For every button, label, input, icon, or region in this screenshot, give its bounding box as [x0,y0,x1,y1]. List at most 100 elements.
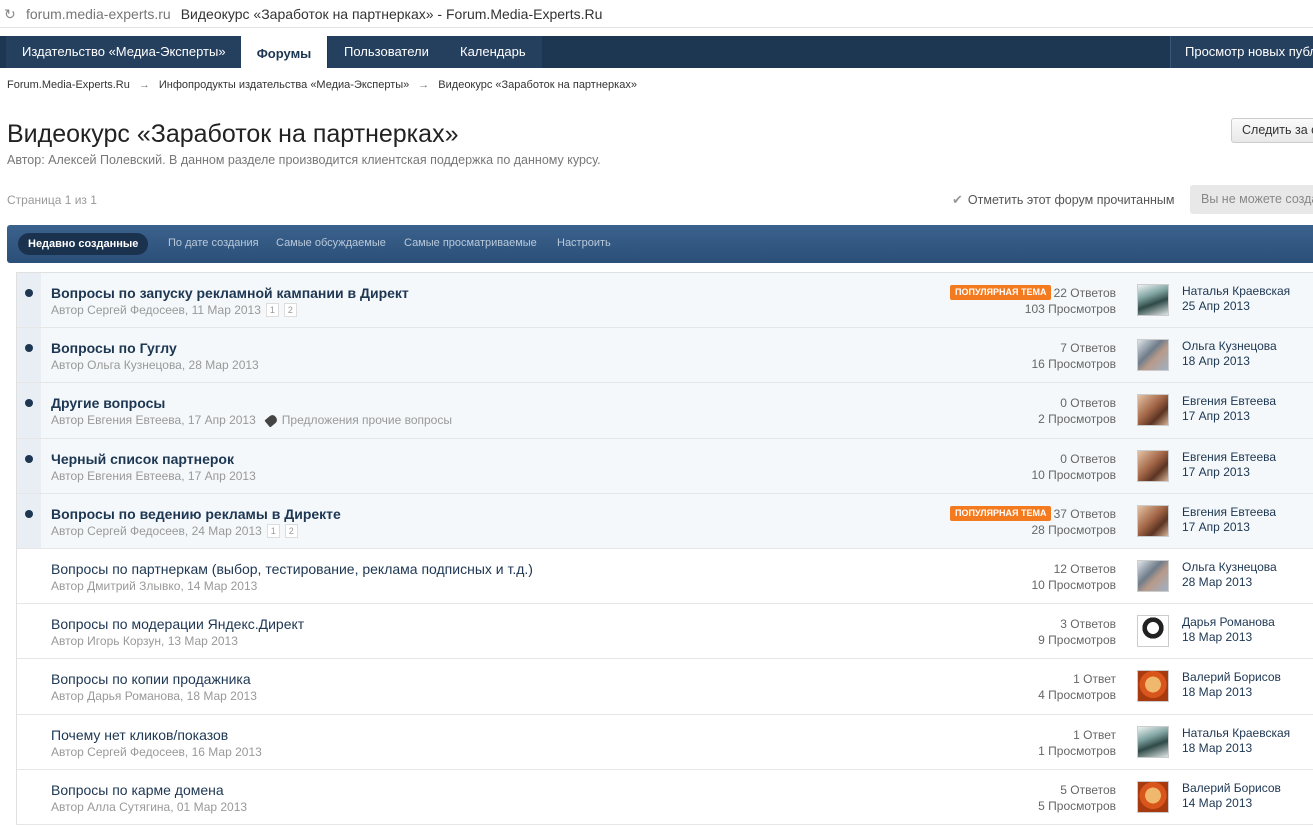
breadcrumb-arrow-icon: → [418,79,430,91]
avatar[interactable] [1137,670,1169,703]
topic-meta: Автор Дарья Романова, 18 Мар 2013 [51,689,257,704]
topic-stats: 7 Ответов 16 Просмотров [1031,340,1116,372]
topic-meta: Автор Ольга Кузнецова, 28 Мар 2013 [51,358,259,373]
topic-stats: 3 Ответов 9 Просмотров [1038,616,1116,648]
topic-title-link[interactable]: Почему нет кликов/показов [51,727,228,743]
last-post-date-link[interactable]: 18 Апр 2013 [1182,354,1250,368]
mark-forum-read-link[interactable]: ✔ Отметить этот форум прочитанным [952,192,1175,208]
topic-title-link[interactable]: Другие вопросы [51,395,165,411]
topic-title-link[interactable]: Вопросы по запуску рекламной кампании в … [51,285,409,301]
page-1-link[interactable]: 1 [265,303,279,317]
filter-recent[interactable]: Недавно созданные [18,233,149,255]
nav-tab-calendar[interactable]: Календарь [444,36,542,68]
table-row[interactable]: Другие вопросы Автор Евгения Евтеева, 17… [17,383,1313,439]
unread-dot-icon [25,509,33,518]
mark-read-label: Отметить этот форум прочитанным [967,193,1175,207]
breadcrumb-item[interactable]: Видеокурс «Заработок на партнерках» [438,79,637,91]
table-row[interactable]: Вопросы по Гуглу Автор Ольга Кузнецова, … [17,328,1313,384]
last-post-date-link[interactable]: 25 Апр 2013 [1182,299,1250,313]
last-poster-link[interactable]: Наталья Краевская [1182,284,1290,298]
follow-forum-button[interactable]: Следить за с [1231,118,1313,143]
table-row[interactable]: Вопросы по запуску рекламной кампании в … [17,273,1313,329]
table-row[interactable]: Вопросы по модерации Яндекс.Директ Автор… [17,604,1313,660]
view-count: 28 Просмотров [1031,522,1116,537]
view-new-content-link[interactable]: Просмотр новых публ [1170,36,1313,68]
avatar[interactable] [1137,394,1169,427]
topic-stats: 1 Ответ 1 Просмотров [1038,727,1116,759]
avatar[interactable] [1137,725,1169,758]
last-post-date-link[interactable]: 17 Апр 2013 [1182,520,1250,534]
view-count: 10 Просмотров [1031,577,1116,592]
avatar[interactable] [1137,339,1169,372]
avatar[interactable] [1137,559,1169,592]
last-poster-link[interactable]: Наталья Краевская [1182,726,1290,740]
last-post-date-link[interactable]: 14 Мар 2013 [1182,796,1252,810]
topic-stats: 37 Ответов 28 Просмотров [1031,506,1116,538]
topic-meta: Автор Евгения Евтеева, 17 Апр 2013 [51,468,256,483]
last-poster-link[interactable]: Евгения Евтеева [1182,394,1276,408]
reply-count: 7 Ответов [1060,341,1116,356]
last-post-date-link[interactable]: 17 Апр 2013 [1182,465,1250,479]
last-poster-link[interactable]: Дарья Романова [1182,615,1275,629]
nav-tab-users[interactable]: Пользователи [328,36,445,68]
forum-description: Автор: Алексей Полевский. В данном разде… [7,153,601,167]
reply-count: 0 Ответов [1060,451,1116,466]
nav-tab-forums[interactable]: Форумы [241,36,327,68]
last-post-date-link[interactable]: 18 Мар 2013 [1182,630,1252,644]
reply-count: 37 Ответов [1053,506,1116,521]
filter-most-discussed[interactable]: Самые обсуждаемые [276,237,386,249]
table-row[interactable]: Почему нет кликов/показов Автор Сергей Ф… [17,714,1313,770]
table-row[interactable]: Черный список партнерок Автор Евгения Ев… [17,438,1313,494]
breadcrumb-item[interactable]: Forum.Media-Experts.Ru [7,79,130,91]
topic-stats: 0 Ответов 10 Просмотров [1031,451,1116,483]
topic-stats: 5 Ответов 5 Просмотров [1038,782,1116,814]
last-post-date-link[interactable]: 17 Апр 2013 [1182,409,1250,423]
view-count: 103 Просмотров [1024,302,1116,316]
table-row[interactable]: Вопросы по карме домена Автор Алла Сутяг… [17,769,1313,825]
avatar[interactable] [1137,780,1169,813]
last-poster-link[interactable]: Ольга Кузнецова [1182,339,1277,353]
topic-title-link[interactable]: Вопросы по Гуглу [51,340,177,356]
topic-title-link[interactable]: Вопросы по модерации Яндекс.Директ [51,616,304,632]
last-post-date-link[interactable]: 18 Мар 2013 [1182,685,1252,699]
table-row[interactable]: Вопросы по партнеркам (выбор, тестирован… [17,548,1313,605]
last-post-date-link[interactable]: 28 Мар 2013 [1182,575,1252,589]
topic-title-link[interactable]: Вопросы по партнеркам (выбор, тестирован… [51,561,533,577]
topic-meta: Автор Дмитрий Злывко, 14 Мар 2013 [51,578,258,593]
nav-tab-publisher[interactable]: Издательство «Медиа-Эксперты» [6,36,242,68]
page-1-link[interactable]: 1 [266,523,280,538]
last-post-date-link[interactable]: 18 Мар 2013 [1182,741,1252,755]
filter-customize[interactable]: Настроить [557,237,611,249]
topic-list: Вопросы по запуску рекламной кампании в … [16,272,1313,825]
browser-url[interactable]: forum.media-experts.ru [26,6,171,22]
last-poster-link[interactable]: Валерий Борисов [1182,781,1281,795]
table-row[interactable]: Вопросы по ведению рекламы в Директе Авт… [17,493,1313,549]
last-poster-link[interactable]: Валерий Борисов [1182,670,1281,684]
topic-meta: Автор Алла Сутягина, 01 Мар 2013 [51,799,248,814]
last-poster-link[interactable]: Евгения Евтеева [1182,450,1276,464]
avatar[interactable] [1137,449,1169,482]
topic-meta: Автор Сергей Федосеев, 24 Мар 2013 12 [51,523,298,538]
topic-title-link[interactable]: Черный список партнерок [51,451,234,467]
avatar[interactable] [1137,504,1169,537]
tag-icon [264,413,279,428]
topic-title-link[interactable]: Вопросы по карме домена [51,782,224,798]
last-poster-link[interactable]: Ольга Кузнецова [1182,560,1277,574]
topic-filter-bar: Недавно созданные По дате создания Самые… [7,225,1313,263]
breadcrumb-item[interactable]: Инфопродукты издательства «Медиа-Эксперт… [159,79,409,91]
page-2-link[interactable]: 2 [284,523,298,538]
view-count: 1 Просмотров [1038,743,1116,758]
page-2-link[interactable]: 2 [283,303,297,317]
topic-tags[interactable]: Предложения прочие вопросы [282,413,452,427]
filter-most-viewed[interactable]: Самые просматриваемые [404,237,537,249]
reload-icon[interactable]: ↻ [4,7,18,21]
avatar[interactable] [1137,284,1169,316]
reply-count: 12 Ответов [1053,561,1116,576]
filter-by-date[interactable]: По дате создания [168,237,259,249]
avatar[interactable] [1137,615,1169,648]
topic-title-link[interactable]: Вопросы по ведению рекламы в Директе [51,506,341,522]
last-poster-link[interactable]: Евгения Евтеева [1182,505,1276,519]
topic-title-link[interactable]: Вопросы по копии продажника [51,671,251,687]
view-count: 9 Просмотров [1038,633,1116,648]
table-row[interactable]: Вопросы по копии продажника Автор Дарья … [17,659,1313,715]
